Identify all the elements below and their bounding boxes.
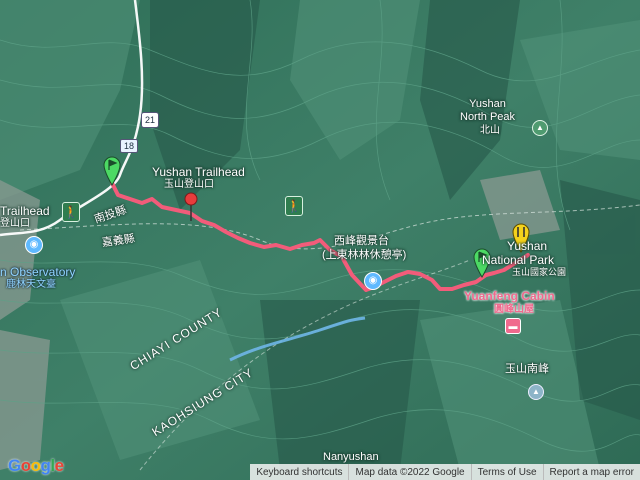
left-trailhead-label: Trailhead xyxy=(0,204,50,218)
start-marker[interactable] xyxy=(103,156,121,186)
yushan-np-label: Yushan xyxy=(507,239,548,253)
route-21-label: 21 xyxy=(144,115,155,125)
north-peak-zh-label: 北山 xyxy=(480,125,500,136)
route-18-label: 18 xyxy=(123,141,134,151)
north-peak-label: Yushan North Peak xyxy=(460,98,516,123)
yushan-trailhead-label: Yushan Trailhead xyxy=(152,165,245,179)
observatory-zh-label: 鹿林天文臺 xyxy=(6,279,56,290)
route-18-shield: 18 xyxy=(120,139,138,153)
south-peak-label: 玉山南峰 xyxy=(505,363,549,375)
xifeng-viewpoint-sub-label: (上東林林休憩亭) xyxy=(322,249,407,261)
xifeng-viewpoint-label: 西峰觀景台 xyxy=(334,235,389,247)
google-logo: Google xyxy=(8,456,64,475)
yushan-np-label-2: National Park xyxy=(482,253,555,267)
terms-of-use-link[interactable]: Terms of Use xyxy=(470,464,543,480)
yuanfeng-cabin-zh-label: 圓峰山屋 xyxy=(494,304,534,315)
hiking-icon[interactable]: 🚶 xyxy=(62,202,80,222)
waypoint-marker[interactable] xyxy=(184,192,198,222)
yushan-np-zh-label: 玉山國家公園 xyxy=(512,267,567,277)
yuanfeng-cabin-label: Yuanfeng Cabin xyxy=(464,289,555,303)
nanyushan-label: Nanyushan xyxy=(323,451,379,463)
observatory-label: n Observatory xyxy=(0,265,76,279)
keyboard-shortcuts-link[interactable]: Keyboard shortcuts xyxy=(250,464,348,480)
mountain-icon[interactable]: ▲ xyxy=(528,384,544,400)
map-data-text: Map data ©2022 Google xyxy=(348,464,470,480)
map-view[interactable]: 21 18 🚶 🚶 ◉ ◉ ▲ ▲ ▬ Yushan Trailhead 玉山登… xyxy=(0,0,640,480)
left-trailhead-zh-label: 登山口 xyxy=(0,218,30,229)
camera-icon[interactable]: ◉ xyxy=(364,272,382,290)
route-21-shield: 21 xyxy=(141,112,159,128)
attribution-bar: Keyboard shortcuts Map data ©2022 Google… xyxy=(250,464,640,480)
yushan-trailhead-zh-label: 玉山登山口 xyxy=(164,179,214,190)
report-map-error-link[interactable]: Report a map error xyxy=(542,464,640,480)
bed-icon[interactable]: ▬ xyxy=(505,318,521,334)
hiking-icon[interactable]: 🚶 xyxy=(285,196,303,216)
camera-icon[interactable]: ◉ xyxy=(25,236,43,254)
mountain-icon[interactable]: ▲ xyxy=(532,120,548,136)
